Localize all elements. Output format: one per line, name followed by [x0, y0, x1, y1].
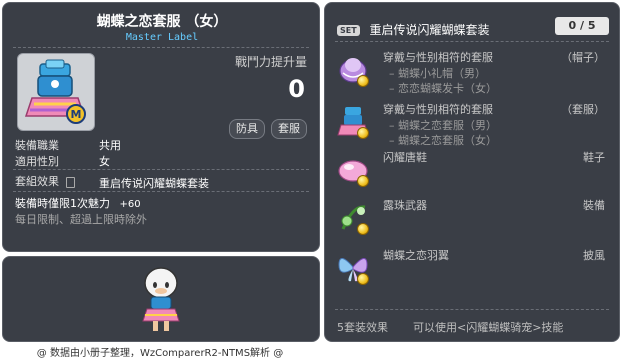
coin-icon — [357, 127, 369, 139]
item-tooltip-panel: 蝴蝶之恋套服 （女） Master Label M 戰鬥力提升量 0 防具 套服… — [2, 2, 320, 252]
coin-icon — [357, 175, 369, 187]
set-item-shoes: 闪耀唐鞋 鞋子 — [335, 149, 611, 197]
set-header: SET 重启传说闪耀蝴蝶套装 — [337, 21, 490, 38]
set-item-name: 露珠武器 — [383, 199, 427, 212]
gender-label: 適用性別 — [15, 155, 59, 168]
set-item-type: 裝備 — [583, 199, 605, 212]
time-limit-bonus: +60 — [119, 199, 141, 210]
set-count: 0 / 5 — [555, 17, 609, 35]
job-value: 共用 — [99, 139, 121, 152]
reset-note: 每日限制、超過上限時除外 — [15, 213, 147, 226]
coin-icon — [357, 75, 369, 87]
set-item-variant: – 蝴蝶之恋套服（女） — [389, 134, 497, 147]
set-item-type: （帽子） — [561, 51, 605, 64]
job-label: 裝備職業 — [15, 139, 59, 152]
set-item-variant: – 恋恋蝴蝶发卡（女） — [389, 82, 497, 95]
document-icon — [65, 176, 75, 188]
outfit-icon: M — [24, 59, 86, 124]
svg-text:M: M — [71, 108, 82, 121]
item-label-tier: Master Label — [125, 32, 199, 43]
set-item-suit: 穿戴与性别相符的套服 （套服） – 蝴蝶之恋套服（男） – 蝴蝶之恋套服（女） — [335, 101, 611, 149]
gender-value: 女 — [99, 155, 110, 168]
avatar-preview-panel — [2, 256, 320, 342]
credit-footer: @ 数据由小册子整理，WzComparerR2-NTMS解析 @ — [36, 348, 284, 359]
set-badge: SET — [337, 25, 360, 36]
power-value: 0 — [288, 75, 305, 103]
set-item-type: 鞋子 — [583, 151, 605, 164]
power-label: 戰鬥力提升量 — [234, 55, 307, 69]
tag-suit: 套服 — [271, 119, 307, 139]
set-item-variant: – 蝴蝶小礼帽（男） — [389, 67, 486, 80]
divider — [13, 169, 309, 170]
set-effect-count: 5套装效果 — [337, 321, 388, 334]
set-item-type: （套服） — [561, 103, 605, 116]
divider — [13, 191, 309, 192]
set-item-name: 闪耀唐鞋 — [383, 151, 427, 164]
set-effect-value: 重启传说闪耀蝴蝶套装 — [99, 177, 209, 190]
set-effect-label-text: 套組效果 — [15, 175, 59, 188]
set-title: 重启传说闪耀蝴蝶套装 — [369, 23, 490, 37]
coin-icon — [357, 273, 369, 285]
set-item-type: 披風 — [583, 249, 605, 262]
divider — [335, 309, 609, 310]
set-item-name: 穿戴与性别相符的套服 — [383, 103, 493, 116]
divider — [335, 41, 609, 42]
set-item-wings: 蝴蝶之恋羽翼 披風 — [335, 247, 611, 295]
set-item-hat: 穿戴与性别相符的套服 （帽子） – 蝴蝶小礼帽（男） – 恋恋蝴蝶发卡（女） — [335, 49, 611, 97]
item-name: 蝴蝶之恋套服 （女） — [96, 14, 228, 30]
set-effect-label: 套組效果 — [15, 173, 75, 189]
character-preview — [142, 267, 180, 331]
tag-armor: 防具 — [229, 119, 265, 139]
time-limit-text: 裝備時僅限1次魅力 — [15, 197, 110, 210]
coin-icon — [357, 223, 369, 235]
item-icon-frame: M — [17, 53, 95, 131]
time-limit-row: 裝備時僅限1次魅力 +60 — [15, 195, 141, 211]
set-effect-description: 可以使用<闪耀蝴蝶骑宠>技能 — [413, 321, 564, 334]
set-item-variant: – 蝴蝶之恋套服（男） — [389, 119, 497, 132]
set-info-panel: SET 重启传说闪耀蝴蝶套装 0 / 5 穿戴与性别相符的套服 （帽子） – 蝴… — [324, 2, 620, 342]
divider — [13, 47, 309, 48]
set-item-name: 穿戴与性别相符的套服 — [383, 51, 493, 64]
set-item-weapon: 露珠武器 裝備 — [335, 197, 611, 245]
set-item-name: 蝴蝶之恋羽翼 — [383, 249, 449, 262]
